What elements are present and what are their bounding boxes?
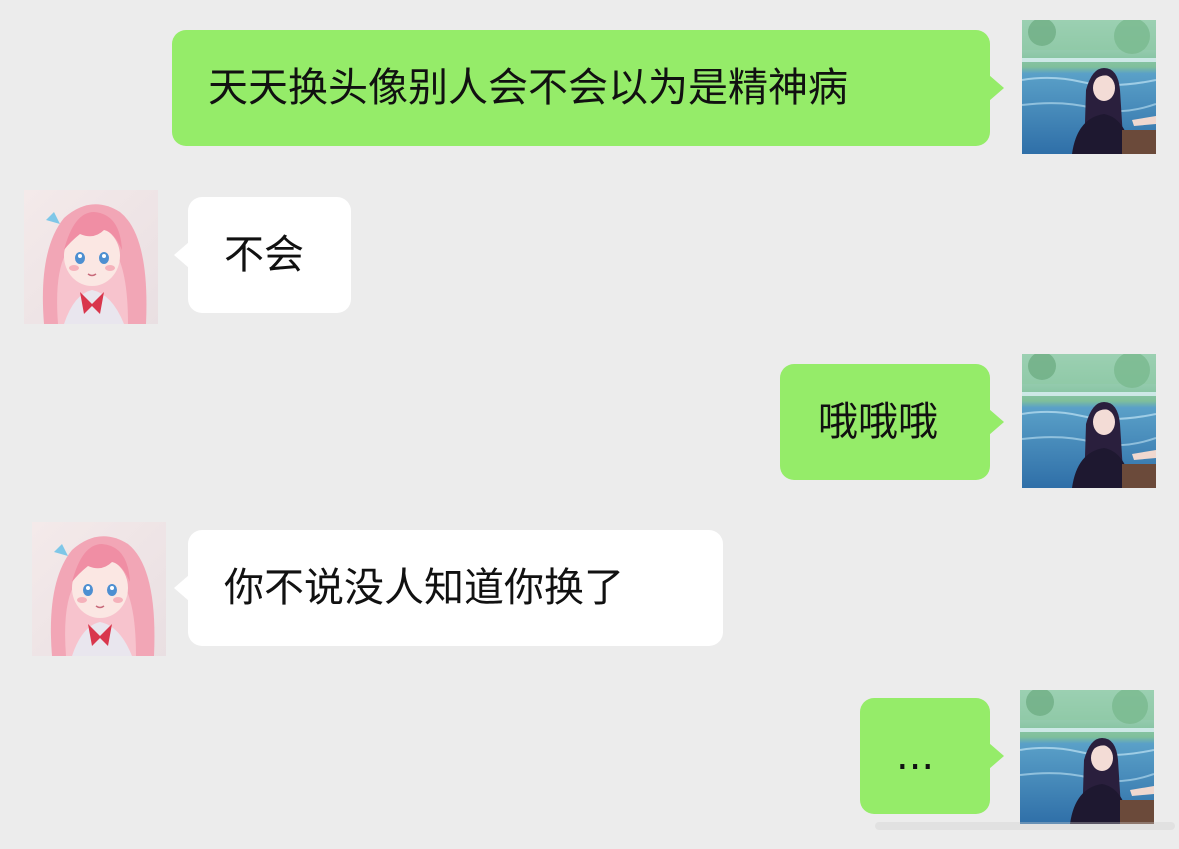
message-bubble-outgoing[interactable]: 哦哦哦 bbox=[780, 364, 1004, 480]
message-row-outgoing: 天天换头像别人会不会以为是精神病 bbox=[0, 0, 1179, 180]
bubble-tail bbox=[989, 743, 1004, 769]
my-avatar[interactable] bbox=[1022, 354, 1156, 488]
message-bubble-outgoing[interactable]: ... bbox=[860, 698, 1004, 814]
message-text: ... bbox=[896, 733, 935, 779]
bubble-tail bbox=[989, 75, 1004, 101]
avatar-pink-haired-anime-girl-icon bbox=[24, 190, 158, 324]
message-bubble-incoming[interactable]: 不会 bbox=[174, 197, 351, 313]
watermark-strip bbox=[875, 822, 1175, 830]
message-text: 哦哦哦 bbox=[818, 399, 938, 445]
contact-avatar[interactable] bbox=[24, 190, 158, 324]
avatar-pink-haired-anime-girl-icon bbox=[32, 522, 166, 656]
bubble-tail bbox=[174, 575, 189, 601]
message-row-outgoing: 哦哦哦 bbox=[0, 340, 1179, 510]
avatar-dark-haired-anime-girl-icon bbox=[1022, 20, 1156, 154]
message-text: 你不说没人知道你换了 bbox=[224, 565, 624, 611]
message-text: 天天换头像别人会不会以为是精神病 bbox=[208, 65, 848, 111]
chat-thread: 天天换头像别人会不会以为是精神病 不会 哦哦哦 你不说没人知道你换了 ... bbox=[0, 0, 1179, 849]
contact-avatar[interactable] bbox=[32, 522, 166, 656]
message-row-incoming: 不会 bbox=[0, 180, 1179, 340]
avatar-dark-haired-anime-girl-icon bbox=[1020, 690, 1154, 824]
message-bubble-incoming[interactable]: 你不说没人知道你换了 bbox=[174, 530, 723, 646]
message-row-incoming: 你不说没人知道你换了 bbox=[0, 510, 1179, 680]
message-bubble-outgoing[interactable]: 天天换头像别人会不会以为是精神病 bbox=[172, 30, 1004, 146]
message-text: 不会 bbox=[224, 232, 304, 278]
bubble-tail bbox=[989, 409, 1004, 435]
avatar-dark-haired-anime-girl-icon bbox=[1022, 354, 1156, 488]
my-avatar[interactable] bbox=[1022, 20, 1156, 154]
bubble-tail bbox=[174, 242, 189, 268]
my-avatar[interactable] bbox=[1020, 690, 1154, 824]
